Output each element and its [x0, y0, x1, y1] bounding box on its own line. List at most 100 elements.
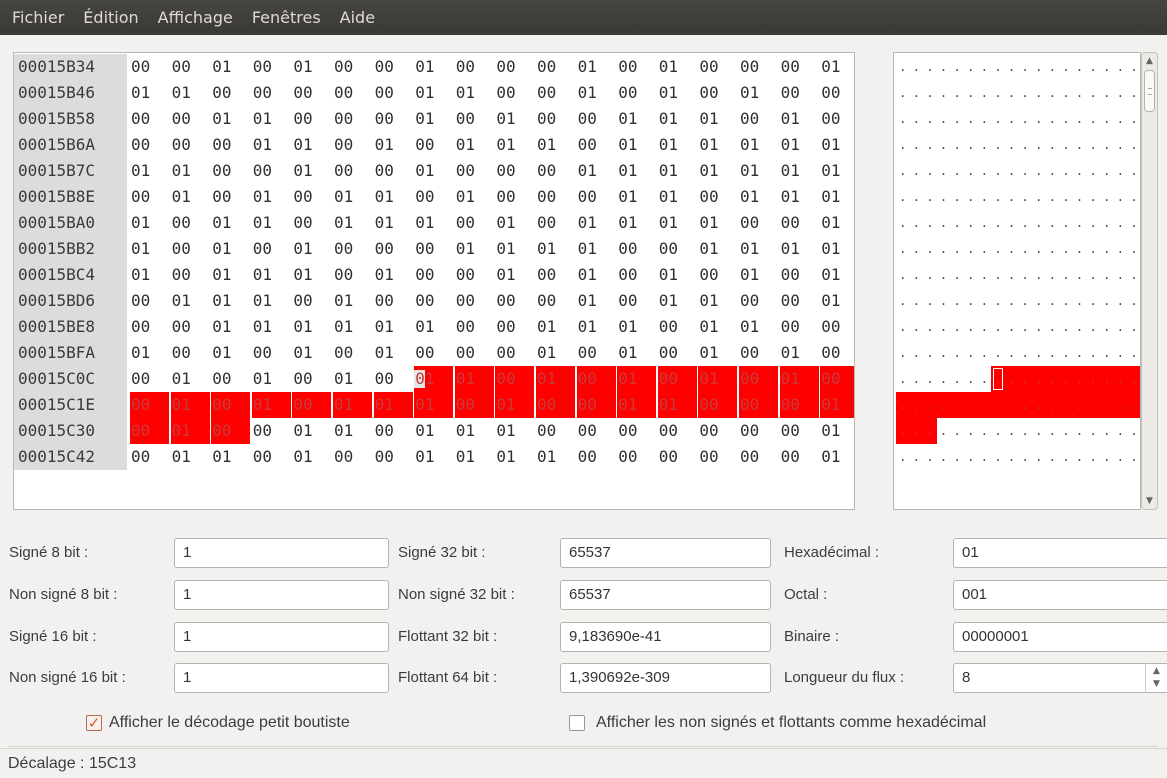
ascii-char[interactable]: .	[1086, 158, 1100, 184]
ascii-char[interactable]: .	[964, 366, 978, 392]
ascii-char[interactable]: .	[1113, 392, 1128, 418]
ascii-char[interactable]: .	[1086, 106, 1100, 132]
hex-byte[interactable]: 00	[130, 54, 169, 80]
hex-byte[interactable]: 01	[780, 236, 819, 262]
ascii-char[interactable]: .	[1059, 444, 1073, 470]
hex-byte[interactable]: 01	[252, 262, 291, 288]
ascii-char[interactable]: .	[896, 418, 910, 444]
hex-byte[interactable]: 00	[739, 392, 778, 418]
menu-fentres[interactable]: Fenêtres	[252, 8, 321, 27]
ascii-char[interactable]: .	[964, 54, 978, 80]
hex-byte[interactable]: 01	[617, 314, 656, 340]
hex-byte[interactable]: 00	[780, 210, 819, 236]
ascii-char[interactable]: .	[1114, 54, 1128, 80]
hex-byte[interactable]: 01	[252, 132, 291, 158]
ascii-char[interactable]: .	[1127, 54, 1140, 80]
hex-byte[interactable]: 00	[374, 288, 413, 314]
hex-byte[interactable]: 00	[130, 366, 169, 392]
ascii-char[interactable]: .	[1059, 288, 1073, 314]
hex-byte[interactable]: 00	[698, 54, 737, 80]
hex-byte[interactable]: 00	[495, 158, 534, 184]
hex-byte[interactable]: 01	[658, 210, 697, 236]
hex-byte[interactable]: 01	[252, 210, 291, 236]
ascii-char[interactable]: .	[1073, 80, 1087, 106]
ascii-char[interactable]: .	[1005, 288, 1019, 314]
ascii-char[interactable]: .	[1046, 288, 1060, 314]
ascii-char[interactable]: .	[923, 366, 937, 392]
ascii-char[interactable]: .	[1005, 262, 1019, 288]
hex-byte[interactable]: 00	[739, 444, 778, 470]
ascii-char[interactable]: .	[1073, 340, 1087, 366]
hex-byte[interactable]: 00	[292, 184, 331, 210]
hex-byte[interactable]: 00	[779, 392, 819, 418]
hex-byte[interactable]: 01	[130, 158, 169, 184]
ascii-char[interactable]: .	[1059, 80, 1073, 106]
ascii-char[interactable]: .	[896, 392, 910, 418]
hex-byte[interactable]: 01	[820, 236, 854, 262]
hex-byte[interactable]: 01	[820, 54, 854, 80]
ascii-char[interactable]: .	[950, 444, 964, 470]
hex-byte[interactable]: 00	[739, 418, 778, 444]
ascii-char[interactable]: .	[937, 54, 951, 80]
scroll-thumb[interactable]	[1144, 70, 1155, 112]
hex-byte[interactable]: 00	[333, 444, 372, 470]
ascii-char[interactable]: .	[1114, 418, 1128, 444]
ascii-char[interactable]: .	[1086, 262, 1100, 288]
ascii-char[interactable]: .	[978, 54, 992, 80]
ascii-char[interactable]: .	[964, 236, 978, 262]
ascii-char[interactable]: .	[978, 418, 992, 444]
hex-byte[interactable]: 00	[252, 54, 291, 80]
ascii-char[interactable]: .	[923, 314, 937, 340]
ascii-char[interactable]: .	[964, 444, 978, 470]
ascii-char[interactable]: .	[991, 392, 1005, 418]
ascii-char[interactable]: .	[991, 210, 1005, 236]
ascii-char[interactable]: .	[1100, 158, 1114, 184]
ascii-char[interactable]: .	[1059, 340, 1073, 366]
ascii-char[interactable]: .	[950, 132, 964, 158]
hex-byte[interactable]: 01	[780, 158, 819, 184]
hex-byte[interactable]: 00	[130, 106, 169, 132]
ascii-char[interactable]: .	[937, 314, 951, 340]
unsigned-8bit-field[interactable]: 1	[174, 580, 389, 610]
ascii-char[interactable]: .	[1114, 314, 1128, 340]
ascii-char[interactable]: .	[1073, 184, 1087, 210]
hex-byte[interactable]: 00	[130, 418, 169, 444]
ascii-char[interactable]: .	[1004, 392, 1019, 418]
hex-byte[interactable]: 00	[577, 444, 616, 470]
hex-byte[interactable]: 01	[252, 366, 291, 392]
hex-byte[interactable]: 00	[617, 444, 656, 470]
hex-byte[interactable]: 00	[455, 262, 494, 288]
hex-byte[interactable]: 01	[658, 54, 697, 80]
ascii-char[interactable]: .	[991, 80, 1005, 106]
hex-byte[interactable]: 01	[211, 210, 250, 236]
ascii-char[interactable]: .	[1073, 132, 1087, 158]
ascii-char[interactable]: .	[1032, 158, 1046, 184]
hex-byte[interactable]: 01	[536, 236, 575, 262]
ascii-char[interactable]: .	[1005, 210, 1019, 236]
hex-byte[interactable]: 00	[455, 314, 494, 340]
octal-field[interactable]: 001	[953, 580, 1167, 610]
ascii-char[interactable]: .	[1072, 366, 1087, 392]
ascii-char[interactable]: .	[1086, 288, 1100, 314]
ascii-char[interactable]: .	[1059, 392, 1073, 418]
ascii-char[interactable]: .	[1114, 340, 1128, 366]
ascii-char[interactable]: .	[910, 236, 924, 262]
hex-byte[interactable]: 01	[495, 210, 534, 236]
hex-byte[interactable]: 00	[658, 236, 697, 262]
hex-byte[interactable]: 01	[577, 54, 616, 80]
float-32bit-field[interactable]: 9,183690e-41	[560, 622, 771, 652]
ascii-char[interactable]: .	[923, 80, 937, 106]
ascii-char[interactable]: .	[1005, 314, 1019, 340]
hex-byte[interactable]: 01	[455, 444, 494, 470]
hex-byte[interactable]: 01	[698, 366, 738, 392]
hex-byte[interactable]: 01	[698, 106, 737, 132]
ascii-char[interactable]: .	[1059, 210, 1073, 236]
ascii-char[interactable]: .	[991, 418, 1005, 444]
ascii-char[interactable]: .	[1032, 444, 1046, 470]
hex-byte[interactable]: 01	[414, 366, 454, 392]
unsigned-16bit-field[interactable]: 1	[174, 663, 389, 693]
hex-byte[interactable]: 01	[495, 106, 534, 132]
ascii-char[interactable]: .	[1018, 314, 1032, 340]
ascii-char[interactable]: .	[1127, 288, 1140, 314]
hex-byte[interactable]: 00	[495, 288, 534, 314]
